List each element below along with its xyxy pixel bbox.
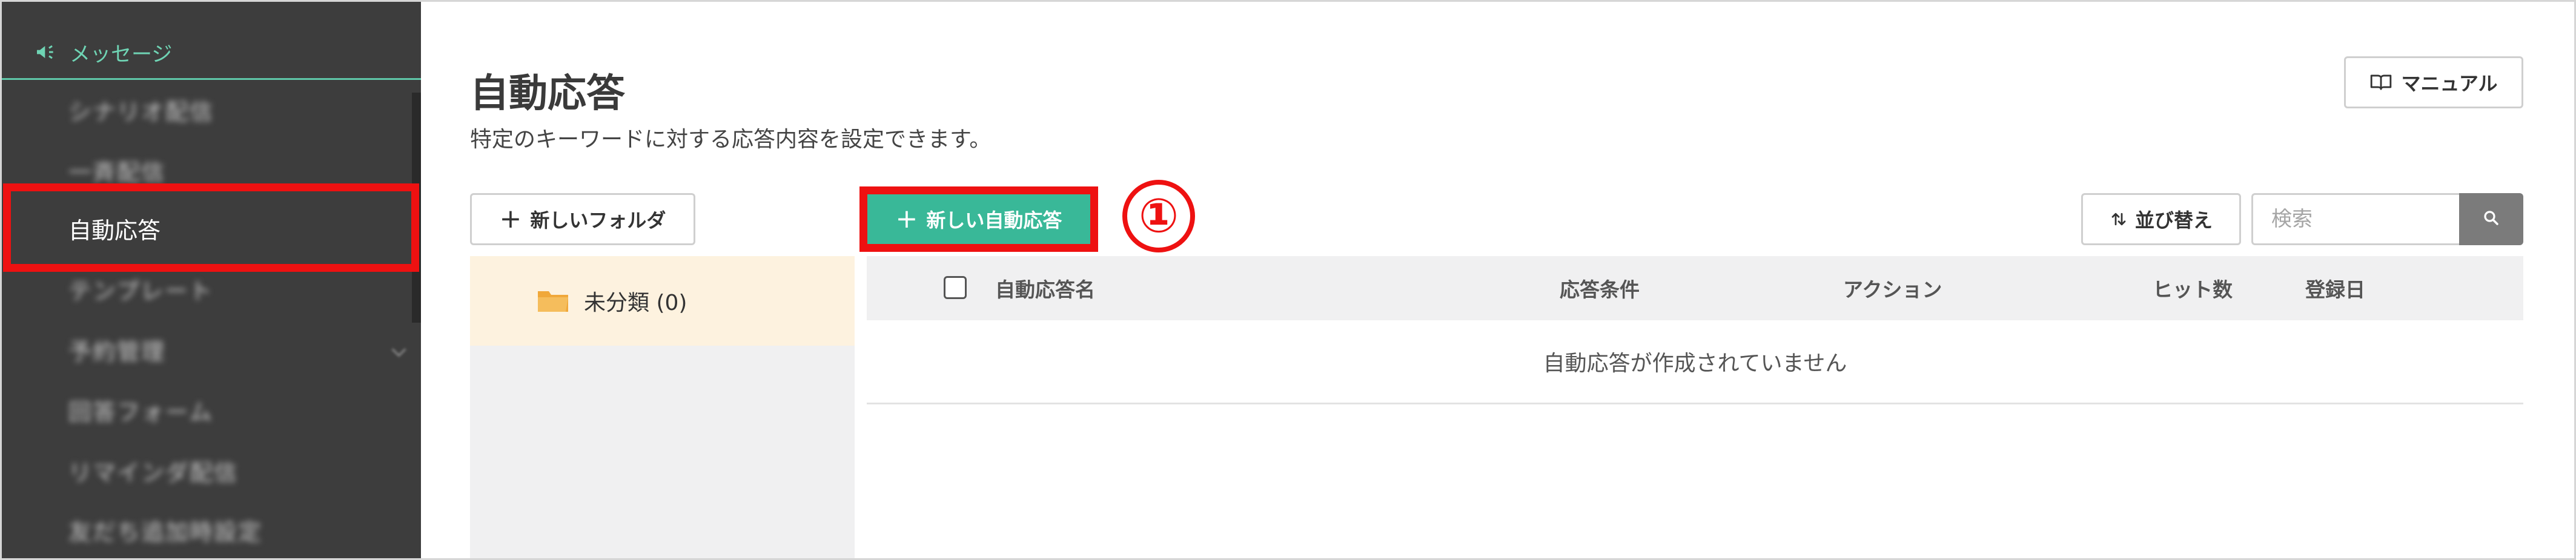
sidebar-item-form[interactable]: 回答フォーム	[2, 382, 421, 438]
sidebar-item-reservation[interactable]: 予約管理	[2, 321, 421, 377]
megaphone-icon	[32, 38, 60, 66]
sort-button[interactable]: 並び替え	[2081, 193, 2241, 245]
chevron-down-icon	[391, 341, 406, 357]
search-button[interactable]	[2459, 193, 2523, 245]
sidebar-item-friend-add[interactable]: 友だち追加時設定	[2, 502, 421, 558]
sidebar-item-label: 友だち追加時設定	[68, 518, 263, 545]
column-header-hits[interactable]: ヒット数	[2153, 256, 2233, 320]
sort-button-label: 並び替え	[2134, 209, 2213, 232]
step-marker-number: ①	[1138, 189, 1179, 243]
sidebar-item-label: テンプレート	[68, 277, 213, 305]
new-auto-response-highlight: + 新しい自動応答	[859, 186, 1098, 252]
new-folder-label: 新しいフォルダ	[530, 209, 666, 232]
page-description: 特定のキーワードに対する応答内容を設定できます。	[470, 127, 992, 152]
sidebar-item-reminder[interactable]: リマインダ配信	[2, 443, 421, 498]
new-auto-response-button[interactable]: + 新しい自動応答	[867, 194, 1090, 244]
sidebar-item-label: 予約管理	[68, 338, 166, 365]
book-icon	[2369, 73, 2392, 91]
table-header: 自動応答名 応答条件 アクション ヒット数 登録日	[867, 256, 2523, 320]
column-header-action[interactable]: アクション	[1843, 256, 1942, 320]
column-header-name[interactable]: 自動応答名	[995, 256, 1095, 320]
page-title: 自動応答	[470, 71, 625, 116]
highlight-annotation	[3, 183, 419, 272]
new-folder-button[interactable]: + 新しいフォルダ	[470, 193, 695, 245]
folder-icon	[537, 288, 571, 314]
folder-label: 未分類 (0)	[584, 291, 687, 315]
column-header-condition[interactable]: 応答条件	[1560, 256, 1640, 320]
manual-button[interactable]: マニュアル	[2344, 56, 2523, 108]
manual-button-label: マニュアル	[2401, 72, 2498, 95]
auto-response-table: 自動応答名 応答条件 アクション ヒット数 登録日 自動応答が作成されていません	[867, 256, 2523, 404]
plus-icon: +	[499, 203, 522, 234]
column-header-date[interactable]: 登録日	[2305, 256, 2365, 320]
step-marker: ①	[1122, 180, 1195, 252]
sidebar-section-title: メッセージ	[70, 42, 173, 67]
sidebar-item-label: シナリオ配信	[68, 98, 214, 125]
new-auto-response-label: 新しい自動応答	[926, 209, 1062, 232]
sidebar-item-label: 一斉配信	[68, 159, 166, 186]
sidebar-item-scenario[interactable]: シナリオ配信	[2, 82, 421, 137]
folder-panel: 未分類 (0)	[470, 256, 855, 558]
plus-icon: +	[895, 203, 918, 234]
select-all-checkbox[interactable]	[944, 276, 967, 299]
empty-state-message: 自動応答が作成されていません	[867, 320, 2523, 404]
sort-arrows-icon	[2110, 210, 2128, 228]
sidebar: メッセージ シナリオ配信 一斉配信 自動応答 テンプレート 予約管理 回答フォー…	[2, 2, 421, 558]
app-window: メッセージ シナリオ配信 一斉配信 自動応答 テンプレート 予約管理 回答フォー…	[0, 0, 2576, 560]
sidebar-item-label: 回答フォーム	[68, 398, 213, 426]
search-icon	[2482, 209, 2500, 229]
folder-item[interactable]: 未分類 (0)	[470, 256, 855, 346]
search-input[interactable]	[2251, 193, 2461, 245]
sidebar-item-label: リマインダ配信	[68, 459, 239, 486]
sidebar-section-header[interactable]: メッセージ	[2, 26, 421, 80]
